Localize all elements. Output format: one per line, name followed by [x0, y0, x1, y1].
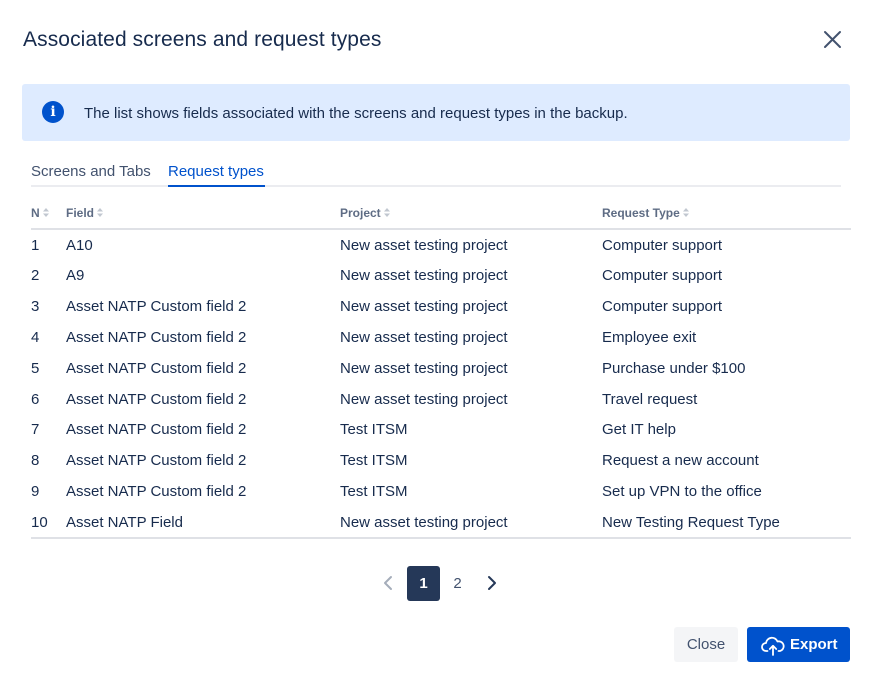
dialog-title: Associated screens and request types [23, 28, 382, 51]
cell-request-type: Travel request [602, 391, 698, 408]
cell-field: Asset NATP Custom field 2 [66, 421, 247, 438]
table-row: 8 Asset NATP Custom field 2 Test ITSM Re… [31, 452, 851, 483]
cell-n: 9 [31, 483, 40, 500]
table-row: 3 Asset NATP Custom field 2 New asset te… [31, 298, 851, 329]
cell-request-type: New Testing Request Type [602, 514, 780, 531]
cell-field: Asset NATP Custom field 2 [66, 391, 247, 408]
info-icon: i [42, 101, 64, 123]
table-row: 5 Asset NATP Custom field 2 New asset te… [31, 360, 851, 391]
cell-field: Asset NATP Custom field 2 [66, 483, 247, 500]
cell-n: 2 [31, 267, 40, 284]
table-row: 6 Asset NATP Custom field 2 New asset te… [31, 391, 851, 422]
chevron-right-icon[interactable] [483, 574, 501, 592]
column-header-n[interactable]: N [31, 206, 49, 220]
cell-n: 10 [31, 514, 48, 531]
cell-request-type: Computer support [602, 237, 723, 254]
page-button[interactable]: 2 [441, 566, 474, 601]
cell-project: Test ITSM [340, 452, 408, 469]
cell-n: 3 [31, 298, 40, 315]
cell-request-type: Request a new account [602, 452, 759, 469]
export-button[interactable]: Export [747, 627, 850, 662]
cell-field: Asset NATP Custom field 2 [66, 360, 247, 377]
cell-field: A10 [66, 237, 93, 254]
cell-field: A9 [66, 267, 85, 284]
cell-n: 4 [31, 329, 40, 346]
cloud-upload-icon [761, 634, 785, 656]
tab-screens-and-tabs[interactable]: Screens and Tabs [31, 163, 151, 180]
column-header-request-type[interactable]: Request Type [602, 206, 689, 220]
table-row: 2 A9 New asset testing project Computer … [31, 267, 851, 298]
cell-n: 8 [31, 452, 40, 469]
cell-n: 5 [31, 360, 40, 377]
table-header-divider [31, 228, 851, 230]
cell-project: New asset testing project [340, 237, 508, 254]
chevron-left-icon[interactable] [380, 574, 398, 592]
cell-request-type: Purchase under $100 [602, 360, 746, 377]
sort-icon [383, 206, 390, 220]
cell-field: Asset NATP Field [66, 514, 183, 531]
cell-field: Asset NATP Custom field 2 [66, 298, 247, 315]
table-row: 7 Asset NATP Custom field 2 Test ITSM Ge… [31, 421, 851, 452]
cell-project: Test ITSM [340, 483, 408, 500]
cell-request-type: Set up VPN to the office [602, 483, 762, 500]
sort-icon [97, 206, 104, 220]
close-button[interactable]: Close [674, 627, 738, 662]
cell-project: New asset testing project [340, 329, 508, 346]
cell-field: Asset NATP Custom field 2 [66, 452, 247, 469]
table-row: 1 A10 New asset testing project Computer… [31, 237, 851, 268]
cell-project: New asset testing project [340, 298, 508, 315]
tabs-divider [31, 185, 841, 187]
column-header-project[interactable]: Project [340, 206, 390, 220]
cell-n: 7 [31, 421, 40, 438]
cell-request-type: Employee exit [602, 329, 697, 346]
table-row: 10 Asset NATP Field New asset testing pr… [31, 514, 851, 545]
column-header-field[interactable]: Field [66, 206, 104, 220]
page-button-current[interactable]: 1 [407, 566, 440, 601]
cell-project: New asset testing project [340, 267, 508, 284]
close-icon[interactable] [820, 28, 844, 52]
table-row: 9 Asset NATP Custom field 2 Test ITSM Se… [31, 483, 851, 514]
cell-request-type: Computer support [602, 267, 723, 284]
table-row: 4 Asset NATP Custom field 2 New asset te… [31, 329, 851, 360]
cell-n: 1 [31, 237, 40, 254]
cell-project: New asset testing project [340, 514, 508, 531]
cell-n: 6 [31, 391, 40, 408]
sort-icon [682, 206, 689, 220]
cell-request-type: Get IT help [602, 421, 676, 438]
cell-project: New asset testing project [340, 360, 508, 377]
cell-request-type: Computer support [602, 298, 723, 315]
table-footer-divider [31, 537, 851, 539]
sort-icon [42, 206, 49, 220]
cell-field: Asset NATP Custom field 2 [66, 329, 247, 346]
cell-project: Test ITSM [340, 421, 408, 438]
cell-project: New asset testing project [340, 391, 508, 408]
info-text: The list shows fields associated with th… [84, 105, 628, 122]
tab-request-types[interactable]: Request types [168, 163, 264, 180]
active-tab-indicator [168, 185, 265, 187]
export-label: Export [790, 636, 838, 653]
